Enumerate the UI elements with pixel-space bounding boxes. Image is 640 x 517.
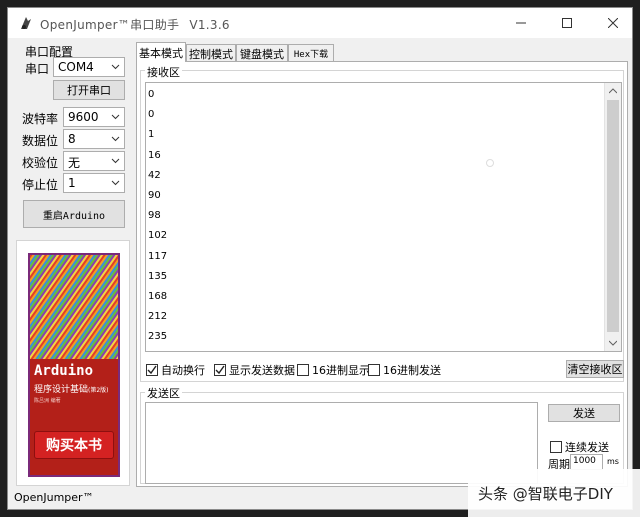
show-sent-checkbox[interactable]	[214, 364, 226, 376]
tab-hex-download[interactable]: Hex下载	[288, 44, 334, 62]
maximize-button[interactable]	[544, 8, 590, 38]
mouse-cursor-icon	[486, 159, 494, 167]
baud-select[interactable]: 9600	[63, 107, 125, 127]
title-version: V1.3.6	[189, 18, 230, 32]
minimize-icon	[516, 22, 526, 24]
tab-control-mode[interactable]: 控制模式	[186, 44, 236, 62]
stop-bits-label: 停止位	[22, 178, 59, 192]
book-author: 陈吕洲 编著	[34, 398, 61, 404]
show-sent-option[interactable]: 显示发送数据	[214, 362, 295, 378]
period-input[interactable]: 1000	[570, 454, 603, 470]
window-title: OpenJumper™串口助手 V1.3.6	[40, 16, 230, 33]
receive-textbox[interactable]: 0 0 1 16 42 90 98 102 117 135 168 212 235	[145, 82, 622, 352]
receive-line: 98	[148, 210, 161, 222]
tab-keyboard-mode[interactable]: 键盘模式	[236, 44, 288, 62]
hex-display-option[interactable]: 16进制显示	[297, 362, 370, 378]
stop-bits-select[interactable]: 1	[63, 173, 125, 193]
period-unit: ms	[607, 457, 619, 466]
clear-receive-button[interactable]: 清空接收区	[566, 360, 624, 378]
book-title: Arduino	[34, 363, 94, 379]
receive-line: 1	[148, 129, 155, 141]
receive-line: 212	[148, 311, 168, 323]
scroll-down-button[interactable]	[605, 335, 621, 351]
baud-label: 波特率	[22, 112, 59, 126]
scroll-down-icon	[609, 340, 617, 346]
data-bits-value: 8	[68, 132, 76, 146]
book-advertisement[interactable]: Arduino 程序设计基础(第2版) 陈吕洲 编著 购买本书	[16, 240, 130, 486]
receive-line: 117	[148, 250, 168, 262]
send-button[interactable]: 发送	[548, 404, 620, 422]
receive-line: 90	[148, 190, 161, 202]
data-bits-label: 数据位	[22, 134, 59, 148]
continuous-send-checkbox[interactable]	[550, 441, 562, 453]
restart-arduino-button[interactable]: 重启Arduino	[23, 200, 125, 228]
port-label: 串口	[25, 62, 50, 76]
open-port-button[interactable]: 打开串口	[53, 80, 125, 100]
watermark: 头条 @智联电子DIY	[468, 469, 640, 517]
title-name: OpenJumper™串口助手	[40, 18, 180, 32]
buy-book-button[interactable]: 购买本书	[34, 431, 114, 459]
port-value: COM4	[58, 60, 94, 74]
minimize-button[interactable]	[498, 8, 544, 38]
scroll-up-button[interactable]	[605, 83, 621, 99]
book-subtitle: 程序设计基础(第2版)	[34, 382, 109, 395]
stop-bits-value: 1	[68, 176, 76, 190]
receive-line: 102	[148, 230, 168, 242]
hex-display-label: 16进制显示	[312, 364, 370, 377]
receive-lines: 0 0 1 16 42 90 98 102 117 135 168 212 235	[148, 85, 167, 348]
receive-line: 42	[148, 169, 161, 181]
receive-line: 0	[148, 109, 155, 121]
receive-line: 0	[148, 89, 155, 100]
tab-basic-mode[interactable]: 基本模式	[136, 42, 186, 62]
basic-mode-page: 接收区 0 0 1 16 42 90 98 102 117 135 168 212 235 自动换行	[136, 61, 628, 487]
parity-value: 无	[68, 156, 81, 170]
receive-line: 235	[148, 331, 168, 343]
parity-label: 校验位	[22, 156, 59, 170]
scroll-thumb[interactable]	[607, 100, 619, 332]
hex-send-option[interactable]: 16进制发送	[368, 362, 441, 378]
scroll-up-icon	[609, 88, 617, 94]
chevron-down-icon	[111, 180, 120, 186]
chevron-down-icon	[111, 136, 120, 142]
auto-newline-option[interactable]: 自动换行	[146, 362, 205, 378]
hex-send-label: 16进制发送	[383, 364, 441, 377]
book-edition: (第2版)	[88, 387, 109, 394]
continuous-send-option[interactable]: 连续发送	[550, 439, 609, 455]
checkmark-icon	[147, 365, 157, 375]
hex-display-checkbox[interactable]	[297, 364, 309, 376]
receive-line: 16	[148, 149, 161, 161]
receive-group-label: 接收区	[145, 64, 182, 80]
book-subtitle-text: 程序设计基础	[34, 385, 89, 395]
close-icon	[608, 18, 618, 28]
app-window: OpenJumper™串口助手 V1.3.6 串口配置 串口 COM4 打开串口 …	[7, 7, 633, 510]
parity-select[interactable]: 无	[63, 151, 125, 171]
auto-newline-label: 自动换行	[161, 364, 205, 377]
auto-newline-checkbox[interactable]	[146, 364, 158, 376]
send-group-label: 发送区	[145, 385, 182, 401]
maximize-icon	[562, 18, 572, 28]
chevron-down-icon	[111, 114, 120, 120]
title-bar[interactable]: OpenJumper™串口助手 V1.3.6	[8, 8, 632, 38]
receive-line: 135	[148, 270, 168, 282]
port-select[interactable]: COM4	[53, 57, 125, 77]
book-cover-art	[30, 255, 118, 359]
book-cover[interactable]: Arduino 程序设计基础(第2版) 陈吕洲 编著 购买本书	[28, 253, 120, 477]
chevron-down-icon	[111, 64, 120, 70]
checkmark-icon	[215, 365, 225, 375]
receive-scrollbar[interactable]	[604, 83, 621, 351]
hex-send-checkbox[interactable]	[368, 364, 380, 376]
continuous-send-label: 连续发送	[565, 441, 609, 454]
show-sent-label: 显示发送数据	[229, 364, 295, 377]
chevron-down-icon	[111, 158, 120, 164]
close-button[interactable]	[590, 8, 636, 38]
baud-value: 9600	[68, 110, 99, 124]
data-bits-select[interactable]: 8	[63, 129, 125, 149]
app-logo-icon	[21, 17, 31, 29]
receive-line: 168	[148, 291, 168, 303]
